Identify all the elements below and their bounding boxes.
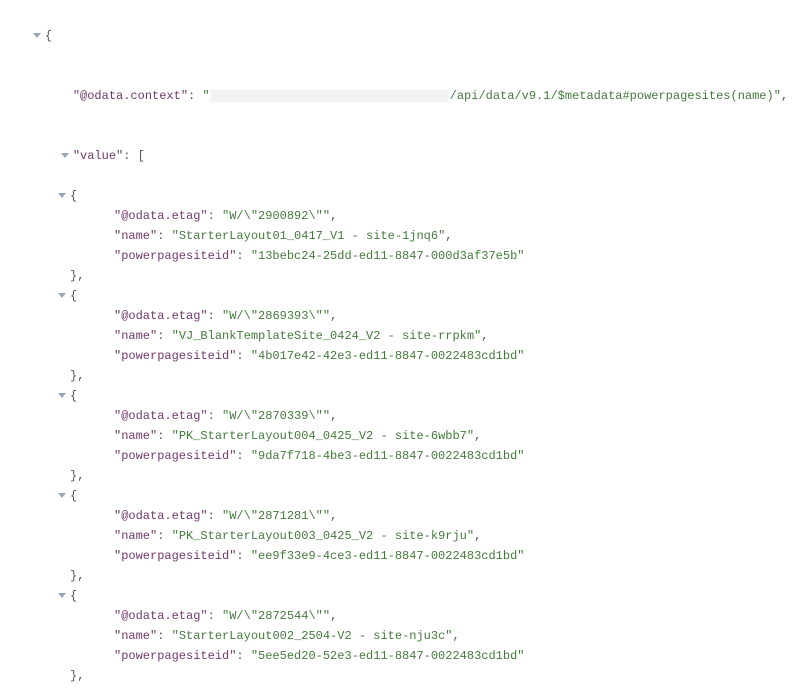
json-property-name: "name": "PK_StarterLayout004_0425_V2 - s… xyxy=(4,426,792,446)
json-string: "W/\"2869393\"" xyxy=(222,309,330,323)
json-key: "name" xyxy=(114,429,157,443)
json-key: "@odata.context" xyxy=(73,89,188,103)
json-key: "@odata.etag" xyxy=(114,409,208,423)
json-string: "W/\"2900892\"" xyxy=(222,209,330,223)
json-string: "PK_StarterLayout003_0425_V2 - site-k9rj… xyxy=(172,529,474,543)
json-viewer: { "@odata.context": "/api/data/v9.1/$met… xyxy=(0,0,800,692)
json-property-etag: "@odata.etag": "W/\"2869393\"", xyxy=(4,306,792,326)
json-string: "PK_StarterLayout004_0425_V2 - site-6wbb… xyxy=(172,429,474,443)
json-property-name: "name": "StarterLayout002_2504-V2 - site… xyxy=(4,626,792,646)
json-property-etag: "@odata.etag": "W/\"2870339\"", xyxy=(4,406,792,426)
json-property-name: "name": "VJ_BlankTemplateSite_0424_V2 - … xyxy=(4,326,792,346)
json-string: "W/\"2871281\"" xyxy=(222,509,330,523)
json-string: "W/\"2870339\"" xyxy=(222,409,330,423)
json-key: "name" xyxy=(114,529,157,543)
json-key: "@odata.etag" xyxy=(114,509,208,523)
json-array-item-open[interactable]: { xyxy=(4,486,792,506)
json-property-etag: "@odata.etag": "W/\"2871281\"", xyxy=(4,506,792,526)
json-array-item-open[interactable]: { xyxy=(4,386,792,406)
json-property-siteid: "powerpagesiteid": "13bebc24-25dd-ed11-8… xyxy=(4,246,792,266)
collapse-icon[interactable] xyxy=(58,493,66,498)
json-string: "13bebc24-25dd-ed11-8847-000d3af37e5b" xyxy=(251,249,525,263)
json-key: "name" xyxy=(114,629,157,643)
json-key: "value" xyxy=(73,149,123,163)
collapse-icon[interactable] xyxy=(58,393,66,398)
json-property-etag: "@odata.etag": "W/\"2900892\"", xyxy=(4,206,792,226)
json-key: "name" xyxy=(114,229,157,243)
json-string: "W/\"2872544\"" xyxy=(222,609,330,623)
json-string: "9da7f718-4be3-ed11-8847-0022483cd1bd" xyxy=(251,449,525,463)
redacted-url xyxy=(210,91,450,101)
json-key: "powerpagesiteid" xyxy=(114,449,236,463)
collapse-icon[interactable] xyxy=(58,193,66,198)
json-key: "name" xyxy=(114,329,157,343)
json-string: "StarterLayout002_2504-V2 - site-nju3c" xyxy=(172,629,453,643)
collapse-icon[interactable] xyxy=(61,153,69,158)
json-root-open[interactable]: { xyxy=(4,6,792,66)
collapse-icon[interactable] xyxy=(58,293,66,298)
json-property-odata-context: "@odata.context": "/api/data/v9.1/$metad… xyxy=(4,66,792,126)
json-property-siteid: "powerpagesiteid": "9da7f718-4be3-ed11-8… xyxy=(4,446,792,466)
json-property-siteid: "powerpagesiteid": "ee9f33e9-4ce3-ed11-8… xyxy=(4,546,792,566)
json-string: "StarterLayout01_0417_V1 - site-1jnq6" xyxy=(172,229,446,243)
json-string: "4b017e42-42e3-ed11-8847-0022483cd1bd" xyxy=(251,349,525,363)
json-string: "ee9f33e9-4ce3-ed11-8847-0022483cd1bd" xyxy=(251,549,525,563)
json-key: "@odata.etag" xyxy=(114,209,208,223)
json-key: "powerpagesiteid" xyxy=(114,249,236,263)
json-array-item-close: }, xyxy=(4,266,792,286)
json-array-item-open[interactable]: { xyxy=(4,286,792,306)
json-key: "powerpagesiteid" xyxy=(114,349,236,363)
collapse-icon[interactable] xyxy=(58,593,66,598)
json-string: "5ee5ed20-52e3-ed11-8847-0022483cd1bd" xyxy=(251,649,525,663)
json-property-name: "name": "PK_StarterLayout003_0425_V2 - s… xyxy=(4,526,792,546)
json-property-name: "name": "StarterLayout01_0417_V1 - site-… xyxy=(4,226,792,246)
json-string: /api/data/v9.1/$metadata#powerpagesites(… xyxy=(450,89,781,103)
json-key: "powerpagesiteid" xyxy=(114,549,236,563)
json-array-item-close: }, xyxy=(4,366,792,386)
json-array-item-open[interactable]: { xyxy=(4,186,792,206)
json-key: "powerpagesiteid" xyxy=(114,649,236,663)
json-property-siteid: "powerpagesiteid": "4b017e42-42e3-ed11-8… xyxy=(4,346,792,366)
json-array-item-close: }, xyxy=(4,666,792,686)
json-array-item-close: }, xyxy=(4,566,792,586)
json-key: "@odata.etag" xyxy=(114,609,208,623)
json-key: "@odata.etag" xyxy=(114,309,208,323)
json-property-value[interactable]: "value": [ xyxy=(4,126,792,186)
collapse-icon[interactable] xyxy=(33,33,41,38)
json-property-etag: "@odata.etag": "W/\"2872544\"", xyxy=(4,606,792,626)
json-array-item-open[interactable]: { xyxy=(4,586,792,606)
json-string: "VJ_BlankTemplateSite_0424_V2 - site-rrp… xyxy=(172,329,482,343)
json-property-siteid: "powerpagesiteid": "5ee5ed20-52e3-ed11-8… xyxy=(4,646,792,666)
json-array-item-close: }, xyxy=(4,466,792,486)
